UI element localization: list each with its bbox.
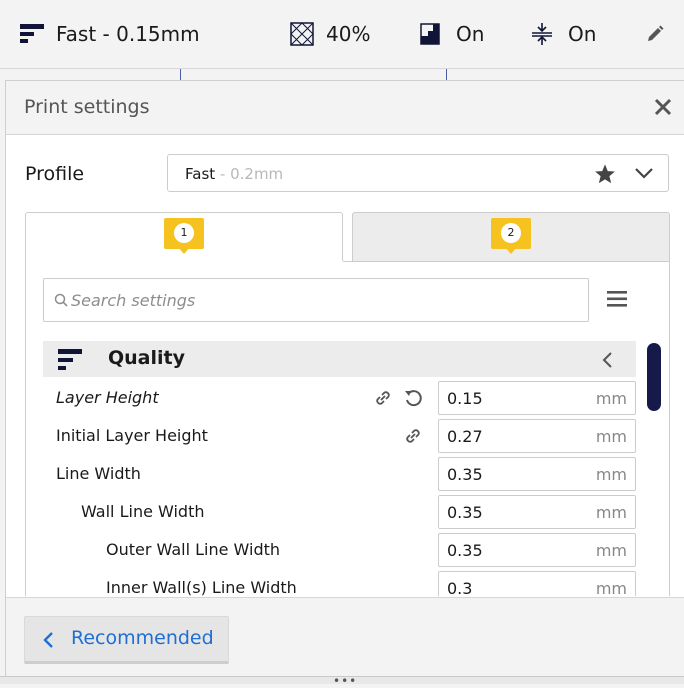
category-quality-header[interactable]: Quality xyxy=(43,341,636,377)
support-icon xyxy=(420,23,440,45)
setting-label: Layer Height xyxy=(56,388,159,407)
reset-icon[interactable] xyxy=(403,388,423,408)
infill-icon xyxy=(290,22,314,46)
setting-value: 0.27 xyxy=(447,427,483,446)
recommended-button-label: Recommended xyxy=(71,627,214,649)
setting-value: 0.35 xyxy=(447,465,483,484)
search-placeholder: Search settings xyxy=(71,291,196,310)
setting-row-outer-wall-line-width: Outer Wall Line Width 0.35 mm xyxy=(43,531,636,569)
setting-label: Inner Wall(s) Line Width xyxy=(106,578,297,596)
panel-title: Print settings xyxy=(24,96,150,118)
wall-line-width-input[interactable]: 0.35 mm xyxy=(438,495,636,529)
setting-row-line-width: Line Width 0.35 mm xyxy=(43,455,636,493)
setting-unit: mm xyxy=(595,503,627,522)
settings-content: Search settings Quality Layer Height 0.1… xyxy=(25,261,670,596)
print-settings-panel: Print settings Profile Fast - 0.2mm 1 2 xyxy=(5,80,684,678)
setting-value: 0.15 xyxy=(447,389,483,408)
profile-layer-height: - 0.2mm xyxy=(215,165,284,183)
search-icon xyxy=(54,293,68,307)
setting-unit: mm xyxy=(595,541,627,560)
infill-summary-value: 40% xyxy=(326,22,371,46)
support-summary[interactable]: On xyxy=(418,0,484,68)
pencil-icon xyxy=(648,25,664,41)
profile-dropdown-value: Fast - 0.2mm xyxy=(185,165,283,183)
recommended-button[interactable]: Recommended xyxy=(24,616,229,664)
profile-summary[interactable]: Fast - 0.15mm xyxy=(20,0,200,68)
profile-summary-label: Fast - 0.15mm xyxy=(56,22,200,46)
edit-button[interactable] xyxy=(646,0,664,68)
scene-edge-right xyxy=(446,68,447,80)
extruder-number: 2 xyxy=(501,223,521,243)
profile-dropdown[interactable]: Fast - 0.2mm xyxy=(167,154,669,192)
quality-icon xyxy=(58,349,82,370)
setting-value: 0.3 xyxy=(447,579,473,596)
setting-label: Outer Wall Line Width xyxy=(106,540,281,559)
tab-divider xyxy=(343,261,670,262)
close-icon[interactable] xyxy=(652,96,674,118)
adhesion-summary-value: On xyxy=(568,22,597,46)
hamburger-menu-icon[interactable] xyxy=(607,290,627,308)
initial-layer-height-input[interactable]: 0.27 mm xyxy=(438,419,636,453)
search-input[interactable]: Search settings xyxy=(43,278,589,322)
setting-unit: mm xyxy=(595,465,627,484)
setting-value: 0.35 xyxy=(447,503,483,522)
settings-scrollbar[interactable] xyxy=(647,343,661,411)
setting-row-initial-layer-height: Initial Layer Height 0.27 mm xyxy=(43,417,636,455)
adhesion-icon xyxy=(532,23,552,45)
star-icon[interactable] xyxy=(594,163,616,185)
extruder-badge: 1 xyxy=(164,218,204,254)
setting-label: Initial Layer Height xyxy=(56,426,208,445)
setting-value: 0.35 xyxy=(447,541,483,560)
drag-handle-icon[interactable]: ••• xyxy=(333,675,357,687)
panel-header: Print settings xyxy=(6,81,684,135)
tab-extruder-1[interactable]: 1 xyxy=(25,212,343,262)
support-summary-value: On xyxy=(456,22,485,46)
setting-row-wall-line-width: Wall Line Width 0.35 mm xyxy=(43,493,636,531)
profile-name: Fast xyxy=(185,165,216,183)
setting-row-layer-height: Layer Height 0.15 mm xyxy=(43,379,636,417)
adhesion-summary[interactable]: On xyxy=(530,0,596,68)
extruder-number: 1 xyxy=(174,223,194,243)
link-icon[interactable] xyxy=(373,388,393,408)
panel-footer: Recommended xyxy=(6,597,684,678)
line-width-input[interactable]: 0.35 mm xyxy=(438,457,636,491)
badge-pointer xyxy=(505,247,517,254)
setting-row-inner-wall-line-width: Inner Wall(s) Line Width 0.3 mm xyxy=(43,569,636,596)
infill-summary[interactable]: 40% xyxy=(290,0,370,68)
setting-unit: mm xyxy=(595,389,627,408)
inner-wall-line-width-input[interactable]: 0.3 mm xyxy=(438,571,636,596)
setting-label: Line Width xyxy=(56,464,141,483)
chevron-left-icon xyxy=(43,632,53,648)
setting-unit: mm xyxy=(595,579,627,596)
chevron-left-icon xyxy=(602,352,612,368)
badge-pointer xyxy=(178,247,190,254)
layer-height-input[interactable]: 0.15 mm xyxy=(438,381,636,415)
setting-label: Wall Line Width xyxy=(81,502,205,521)
outer-wall-line-width-input[interactable]: 0.35 mm xyxy=(438,533,636,567)
scene-edge-left xyxy=(180,68,181,80)
profile-icon xyxy=(20,24,44,43)
tab-extruder-2[interactable]: 2 xyxy=(352,212,670,262)
chevron-down-icon[interactable] xyxy=(634,166,654,180)
print-setup-bar[interactable]: Fast - 0.15mm 40% On On xyxy=(0,0,684,69)
link-icon[interactable] xyxy=(403,426,423,446)
setting-unit: mm xyxy=(595,427,627,446)
profile-label: Profile xyxy=(25,163,85,185)
category-title: Quality xyxy=(108,347,185,369)
extruder-badge: 2 xyxy=(491,218,531,254)
